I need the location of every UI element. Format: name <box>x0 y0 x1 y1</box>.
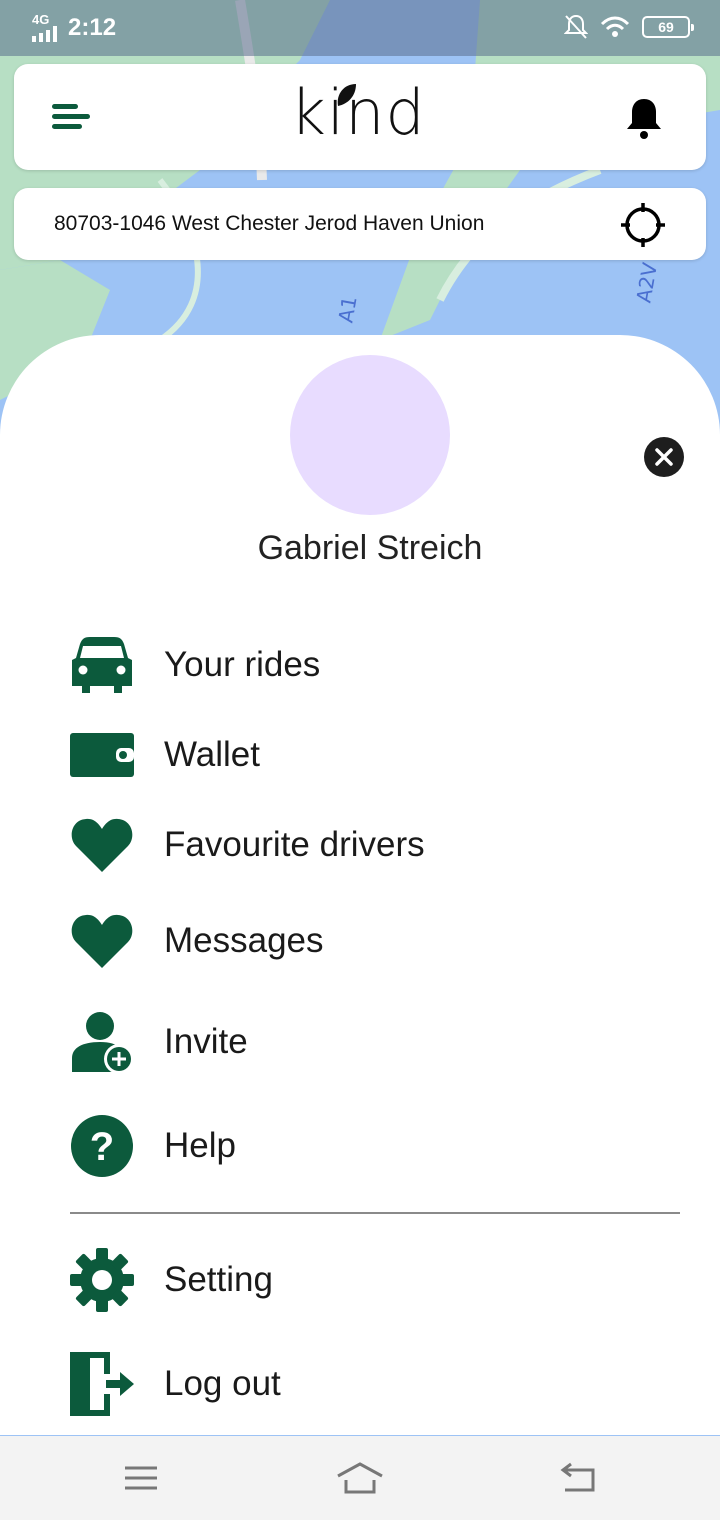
signal-icon <box>32 26 57 42</box>
svg-text:?: ? <box>90 1125 114 1169</box>
wifi-icon <box>600 16 630 37</box>
clock: 2:12 <box>68 14 117 41</box>
menu-item-label: Favourite drivers <box>164 825 425 864</box>
menu-item-log-out[interactable]: Log out <box>70 1349 670 1419</box>
menu-item-your-rides[interactable]: Your rides <box>70 630 670 700</box>
heart-icon <box>70 813 134 877</box>
user-name: Gabriel Streich <box>257 529 483 567</box>
heart-icon <box>70 909 134 973</box>
close-icon[interactable] <box>644 437 684 477</box>
menu-item-invite[interactable]: Invite <box>70 1007 670 1077</box>
menu-item-messages[interactable]: Messages <box>70 906 670 976</box>
network-type: 4G <box>32 12 50 27</box>
menu-item-label: Wallet <box>164 735 260 774</box>
menu-item-label: Messages <box>164 921 324 960</box>
car-icon <box>70 633 134 697</box>
menu-item-label: Log out <box>164 1364 281 1403</box>
bell-icon[interactable] <box>624 96 664 140</box>
battery-icon: 69 <box>642 16 694 38</box>
notifications-off-icon <box>564 14 588 39</box>
profile-drawer: Gabriel Streich Your rides Wallet Favour… <box>0 335 720 1435</box>
menu-icon[interactable] <box>52 102 92 132</box>
status-bar: 4G 2:12 69 <box>0 0 720 56</box>
home-icon[interactable] <box>336 1460 384 1496</box>
help-icon: ? <box>70 1114 134 1178</box>
back-icon[interactable] <box>555 1460 603 1496</box>
address-bar[interactable]: 80703-1046 West Chester Jerod Haven Unio… <box>14 188 706 260</box>
menu-item-favourite-drivers[interactable]: Favourite drivers <box>70 810 670 880</box>
leaf-icon <box>337 84 356 106</box>
logout-icon <box>70 1352 134 1416</box>
gear-icon <box>70 1248 134 1312</box>
add-person-icon <box>70 1010 134 1074</box>
menu-item-label: Your rides <box>164 645 321 684</box>
recent-apps-icon[interactable] <box>117 1460 165 1496</box>
menu-item-help[interactable]: ? Help <box>70 1111 670 1181</box>
current-address: 80703-1046 West Chester Jerod Haven Unio… <box>54 212 485 235</box>
app-logo: kind <box>290 76 426 149</box>
menu-item-setting[interactable]: Setting <box>70 1245 670 1315</box>
wallet-icon <box>70 723 134 787</box>
battery-level: 69 <box>658 19 674 35</box>
menu-item-label: Help <box>164 1126 236 1165</box>
top-app-bar: kind <box>14 64 706 170</box>
road-label-a1: A1 <box>333 294 361 324</box>
avatar[interactable] <box>290 355 450 515</box>
system-nav-bar <box>0 1436 720 1520</box>
menu-divider <box>70 1212 680 1214</box>
menu-item-label: Invite <box>164 1022 248 1061</box>
menu-item-label: Setting <box>164 1260 273 1299</box>
crosshair-icon[interactable] <box>620 202 666 248</box>
menu-item-wallet[interactable]: Wallet <box>70 720 670 790</box>
